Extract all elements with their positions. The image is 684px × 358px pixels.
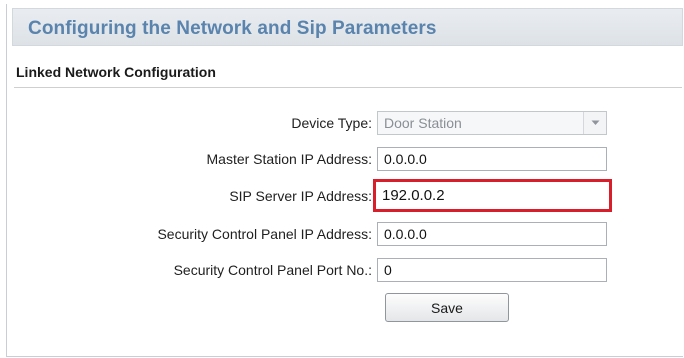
chevron-down-icon[interactable]: [583, 112, 606, 134]
device-type-value: Door Station: [384, 115, 462, 131]
sip-server-ip-label: SIP Server IP Address:: [229, 188, 372, 204]
save-button[interactable]: Save: [385, 293, 509, 322]
security-panel-ip-field[interactable]: 0.0.0.0: [377, 222, 607, 246]
device-type-label: Device Type:: [291, 115, 372, 131]
section-title: Linked Network Configuration: [16, 64, 216, 80]
security-panel-port-label: Security Control Panel Port No.:: [173, 262, 372, 278]
section-divider: [14, 87, 682, 88]
security-panel-ip-label: Security Control Panel IP Address:: [157, 226, 372, 242]
header-bar: Configuring the Network and Sip Paramete…: [12, 8, 683, 46]
master-station-ip-field[interactable]: 0.0.0.0: [377, 147, 607, 171]
security-panel-port-field[interactable]: 0: [377, 258, 607, 282]
sip-field-highlight: [373, 179, 612, 212]
page-title: Configuring the Network and Sip Paramete…: [28, 18, 437, 39]
device-type-select[interactable]: Door Station: [377, 111, 607, 135]
master-station-ip-label: Master Station IP Address:: [206, 151, 373, 167]
